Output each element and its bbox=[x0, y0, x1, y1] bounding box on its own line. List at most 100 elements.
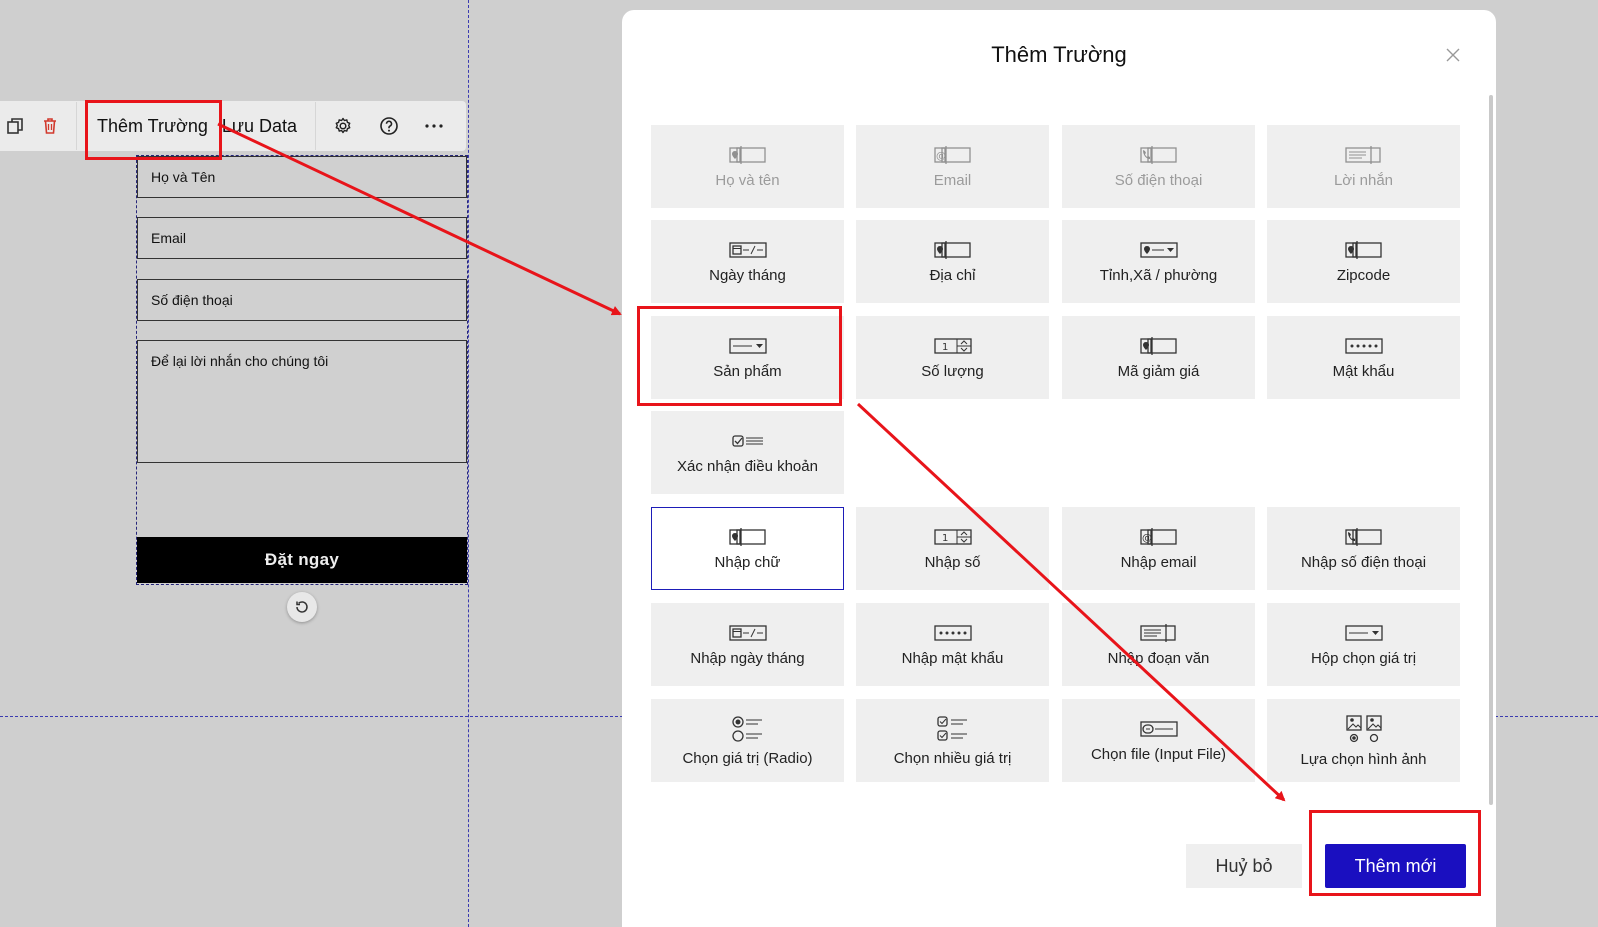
save-data-button[interactable]: Lưu Data bbox=[220, 101, 315, 151]
rotate-icon[interactable] bbox=[287, 592, 317, 622]
field-type-tile[interactable]: Địa chỉ bbox=[856, 220, 1049, 303]
field-type-label: Địa chỉ bbox=[929, 266, 976, 284]
svg-text:@: @ bbox=[936, 151, 946, 162]
field-type-label: Tỉnh,Xã / phường bbox=[1099, 266, 1218, 284]
form-preview[interactable]: Họ và Tên Email Số điện thoại Để lại lời… bbox=[136, 155, 468, 585]
field-type-tile[interactable]: Lời nhắn bbox=[1267, 125, 1460, 208]
password-field-icon bbox=[1344, 336, 1384, 363]
field-type-label: Nhập chữ bbox=[714, 553, 781, 571]
email-field-icon: @ bbox=[1139, 527, 1179, 554]
field-type-label: Email bbox=[933, 171, 972, 189]
dropdown-icon bbox=[1344, 623, 1384, 650]
field-type-label: Nhập ngày tháng bbox=[690, 649, 805, 667]
textarea-field-icon bbox=[1344, 145, 1384, 172]
field-type-tile[interactable]: Nhập mật khẩu bbox=[856, 603, 1049, 686]
add-field-modal: Thêm Trường Họ và tên @ Email Số điện thoại… bbox=[622, 10, 1496, 927]
field-type-label: Nhập email bbox=[1120, 553, 1197, 571]
element-toolbar: Thêm Trường Lưu Data bbox=[0, 101, 466, 151]
field-type-label: Chọn nhiều giá trị bbox=[893, 749, 1012, 767]
field-type-label: Số lượng bbox=[921, 362, 984, 380]
message-field-label: Để lại lời nhắn cho chúng tôi bbox=[151, 353, 329, 369]
email-field[interactable]: Email bbox=[137, 217, 467, 259]
field-type-label: Mật khẩu bbox=[1332, 362, 1395, 380]
phone-field-label: Số điện thoại bbox=[151, 292, 233, 308]
field-type-label: Lời nhắn bbox=[1333, 171, 1394, 189]
field-type-label: Sản phẩm bbox=[713, 362, 782, 380]
order-now-button[interactable]: Đặt ngay bbox=[137, 537, 467, 583]
phone-field-icon bbox=[1344, 527, 1384, 554]
textarea-field-icon bbox=[1139, 623, 1179, 650]
field-type-label: Chọn giá trị (Radio) bbox=[682, 749, 813, 767]
svg-text:1: 1 bbox=[942, 342, 948, 353]
field-type-tile[interactable]: Lựa chọn hình ảnh bbox=[1267, 699, 1460, 782]
field-type-tile[interactable]: 1 Số lượng bbox=[856, 316, 1049, 399]
field-type-label: Xác nhận điều khoản bbox=[677, 457, 818, 475]
add-field-button[interactable]: Thêm Trường bbox=[77, 101, 220, 151]
field-type-tile[interactable]: Nhập số điện thoại bbox=[1267, 507, 1460, 590]
field-type-tile[interactable]: Mật khẩu bbox=[1267, 316, 1460, 399]
field-type-tile[interactable]: Mã giảm giá bbox=[1062, 316, 1255, 399]
more-icon[interactable] bbox=[408, 101, 460, 151]
svg-text:1: 1 bbox=[942, 533, 948, 544]
field-type-label: Lựa chọn hình ảnh bbox=[1300, 750, 1427, 768]
password-field-icon bbox=[933, 623, 973, 650]
field-type-tile[interactable]: Hộp chọn giá trị bbox=[1267, 603, 1460, 686]
vertical-guide-line bbox=[468, 0, 469, 927]
image-choice-icon bbox=[1344, 714, 1384, 751]
location-select-icon bbox=[1139, 240, 1179, 267]
gear-icon[interactable] bbox=[316, 101, 370, 151]
email-field-icon: @ bbox=[933, 145, 973, 172]
number-field-icon: 1 bbox=[933, 527, 973, 554]
phone-field[interactable]: Số điện thoại bbox=[137, 279, 467, 321]
modal-title: Thêm Trường bbox=[991, 42, 1127, 67]
field-type-tile[interactable]: Ngày tháng bbox=[651, 220, 844, 303]
dropdown-icon bbox=[728, 336, 768, 363]
copy-icon[interactable] bbox=[0, 101, 30, 151]
message-field[interactable]: Để lại lời nhắn cho chúng tôi bbox=[137, 340, 467, 463]
field-type-label: Zipcode bbox=[1336, 266, 1391, 284]
field-type-tile[interactable]: Xác nhận điều khoản bbox=[651, 411, 844, 494]
field-type-tile[interactable]: @ Nhập email bbox=[1062, 507, 1255, 590]
modal-scrollbar[interactable] bbox=[1489, 95, 1493, 805]
svg-text:@: @ bbox=[1142, 533, 1152, 544]
date-field-icon bbox=[728, 240, 768, 267]
phone-field-icon bbox=[1139, 145, 1179, 172]
field-type-tile[interactable]: Sản phẩm bbox=[651, 316, 844, 399]
field-type-label: Nhập số điện thoại bbox=[1300, 553, 1427, 571]
field-type-tile[interactable]: Chọn nhiều giá trị bbox=[856, 699, 1049, 782]
field-type-label: Ngày tháng bbox=[709, 266, 786, 284]
radio-icon bbox=[728, 715, 768, 750]
checkbox-list-icon bbox=[728, 431, 768, 458]
cancel-button[interactable]: Huỷ bỏ bbox=[1186, 844, 1302, 888]
help-icon[interactable] bbox=[370, 101, 408, 151]
add-new-button[interactable]: Thêm mới bbox=[1325, 844, 1466, 888]
number-field-icon: 1 bbox=[933, 336, 973, 363]
field-type-tile[interactable]: Số điện thoại bbox=[1062, 125, 1255, 208]
field-type-label: Mã giảm giá bbox=[1117, 362, 1200, 380]
field-type-label: Họ và tên bbox=[715, 171, 780, 189]
text-field-icon bbox=[1139, 336, 1179, 363]
close-icon[interactable] bbox=[1444, 46, 1462, 64]
field-type-tile[interactable]: 1 Nhập số bbox=[856, 507, 1049, 590]
field-type-tile[interactable]: Zipcode bbox=[1267, 220, 1460, 303]
text-field-icon bbox=[933, 240, 973, 267]
field-type-label: Nhập đoạn văn bbox=[1107, 649, 1210, 667]
field-type-tile[interactable]: Họ và tên bbox=[651, 125, 844, 208]
field-type-tile[interactable]: Chọn giá trị (Radio) bbox=[651, 699, 844, 782]
field-type-tile[interactable]: Tỉnh,Xã / phường bbox=[1062, 220, 1255, 303]
name-field-label: Họ và Tên bbox=[151, 169, 216, 185]
field-type-tile[interactable]: @ Email bbox=[856, 125, 1049, 208]
field-type-tile[interactable]: Chọn file (Input File) bbox=[1062, 699, 1255, 782]
field-type-label: Nhập mật khẩu bbox=[901, 649, 1004, 667]
text-field-icon bbox=[728, 145, 768, 172]
name-field[interactable]: Họ và Tên bbox=[137, 156, 467, 198]
field-type-label: Số điện thoại bbox=[1114, 171, 1203, 189]
trash-icon[interactable] bbox=[30, 101, 70, 151]
field-type-tile[interactable]: Nhập ngày tháng bbox=[651, 603, 844, 686]
field-type-tile[interactable]: Nhập chữ bbox=[651, 507, 844, 590]
field-type-label: Hộp chọn giá trị bbox=[1310, 649, 1417, 667]
file-input-icon bbox=[1139, 719, 1179, 746]
field-type-tile[interactable]: Nhập đoạn văn bbox=[1062, 603, 1255, 686]
email-field-label: Email bbox=[151, 230, 187, 246]
field-type-label: Chọn file (Input File) bbox=[1090, 745, 1227, 763]
